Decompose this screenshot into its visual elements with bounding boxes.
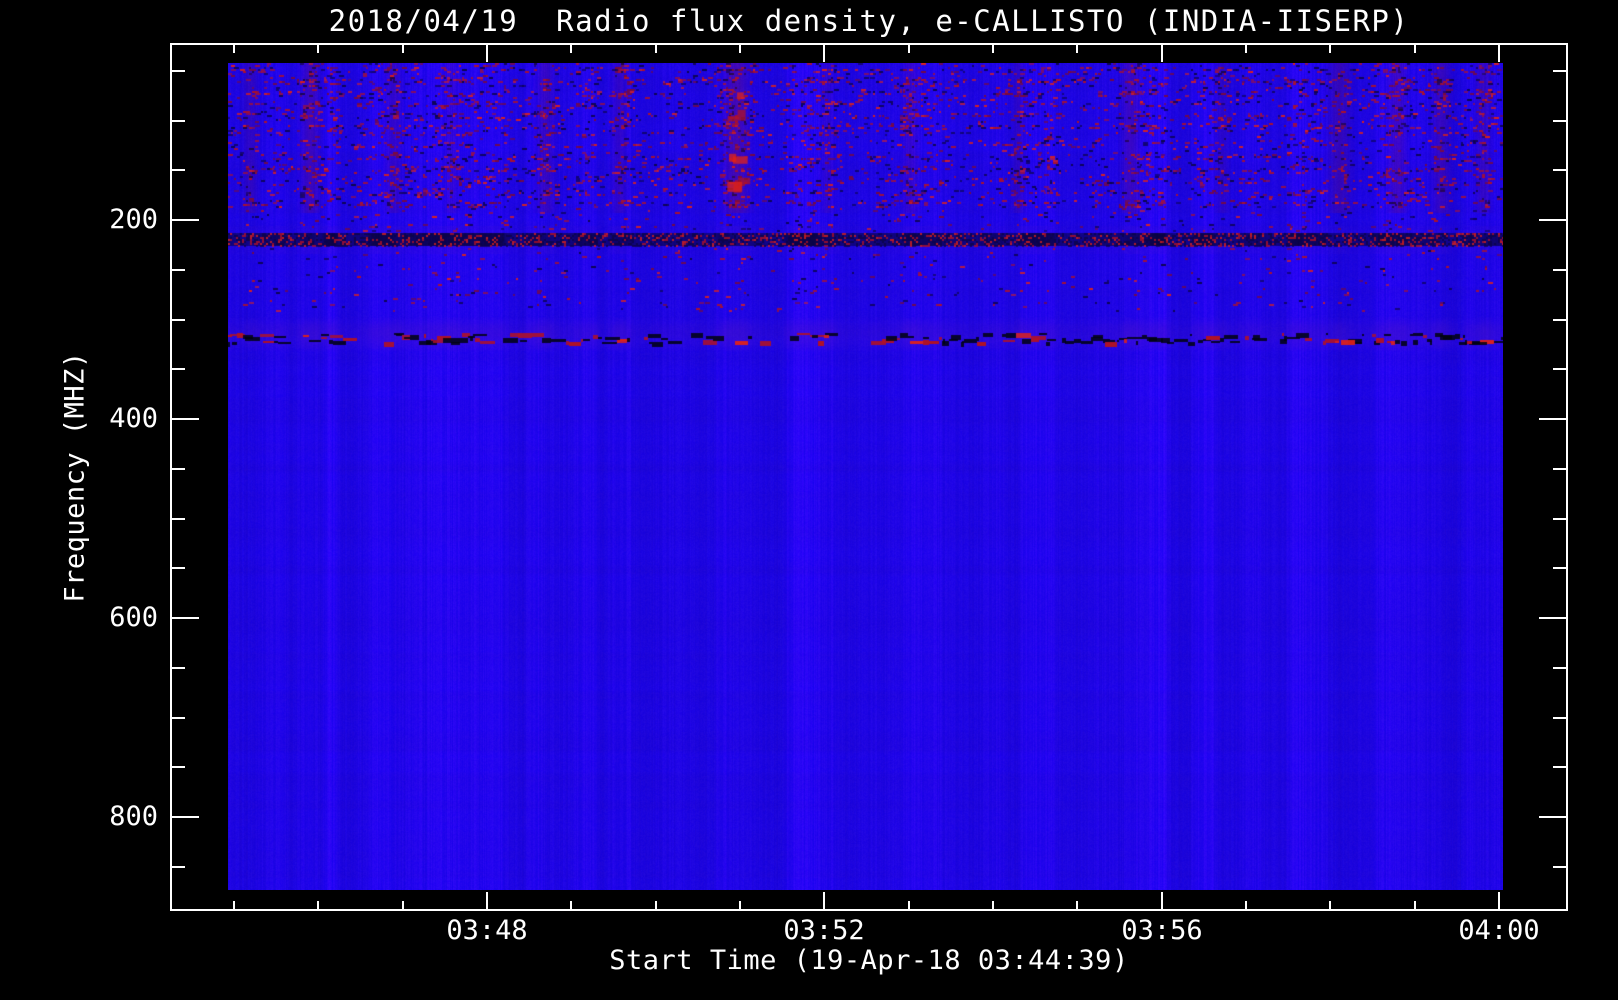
axis-tick (171, 468, 185, 470)
axis-tick (1553, 468, 1567, 470)
axis-tick (570, 44, 572, 53)
axis-tick (171, 766, 185, 768)
y-tick-label: 200 (109, 204, 158, 235)
axis-tick (1539, 418, 1567, 420)
axis-tick (1414, 44, 1416, 53)
axis-tick (171, 667, 185, 669)
axis-tick (1553, 120, 1567, 122)
axis-tick (1414, 901, 1416, 910)
axis-tick (486, 892, 488, 910)
plot-frame (170, 43, 1568, 911)
axis-tick (570, 901, 572, 910)
axis-tick (233, 44, 235, 53)
axis-tick (317, 901, 319, 910)
axis-tick (1498, 892, 1500, 910)
axis-tick (1245, 901, 1247, 910)
axis-tick (171, 617, 199, 619)
axis-tick (1329, 901, 1331, 910)
axis-tick (1553, 368, 1567, 370)
axis-tick (171, 219, 199, 221)
axis-tick (171, 816, 199, 818)
axis-tick (171, 319, 185, 321)
y-axis-label: Frequency (MHZ) (59, 351, 91, 603)
axis-tick (1539, 219, 1567, 221)
axis-tick (1553, 70, 1567, 72)
axis-tick (1539, 816, 1567, 818)
axis-tick (402, 901, 404, 910)
axis-tick (1553, 667, 1567, 669)
y-tick-label: 800 (109, 801, 158, 832)
y-tick-label: 600 (109, 602, 158, 633)
axis-tick (655, 44, 657, 53)
axis-tick (1245, 44, 1247, 53)
axis-tick (171, 717, 185, 719)
axis-tick (1553, 319, 1567, 321)
axis-tick (908, 44, 910, 53)
axis-tick (317, 44, 319, 53)
axis-tick (1161, 44, 1163, 62)
axis-tick (908, 901, 910, 910)
axis-tick (1076, 901, 1078, 910)
axis-tick (739, 44, 741, 53)
axis-tick (1329, 44, 1331, 53)
axis-tick (171, 866, 185, 868)
axis-tick (1076, 44, 1078, 53)
axis-tick (171, 418, 199, 420)
axis-tick (1553, 169, 1567, 171)
axis-tick (823, 892, 825, 910)
x-tick-label: 04:00 (1458, 915, 1540, 946)
axis-tick (171, 518, 185, 520)
axis-tick (171, 567, 185, 569)
axis-tick (233, 901, 235, 910)
axis-tick (655, 901, 657, 910)
axis-tick (171, 269, 185, 271)
axis-tick (1553, 518, 1567, 520)
x-tick-label: 03:48 (446, 915, 528, 946)
axis-tick (992, 44, 994, 53)
axis-tick (402, 44, 404, 53)
axis-tick (1553, 766, 1567, 768)
axis-tick (486, 44, 488, 62)
x-tick-label: 03:56 (1121, 915, 1203, 946)
axis-tick (1553, 717, 1567, 719)
axis-tick (992, 901, 994, 910)
axis-tick (823, 44, 825, 62)
axis-tick (171, 120, 185, 122)
x-axis-label: Start Time (19-Apr-18 03:44:39) (609, 945, 1129, 976)
axis-tick (171, 368, 185, 370)
axis-tick (1498, 44, 1500, 62)
axis-tick (739, 901, 741, 910)
x-tick-label: 03:52 (783, 915, 865, 946)
axis-tick (1553, 567, 1567, 569)
chart-title: 2018/04/19 Radio flux density, e-CALLIST… (328, 4, 1410, 38)
axis-tick (171, 70, 185, 72)
axis-tick (1553, 269, 1567, 271)
spectrogram-page: 2018/04/19 Radio flux density, e-CALLIST… (0, 0, 1618, 1000)
axis-tick (1161, 892, 1163, 910)
axis-tick (171, 169, 185, 171)
axis-tick (1539, 617, 1567, 619)
axis-tick (1553, 866, 1567, 868)
